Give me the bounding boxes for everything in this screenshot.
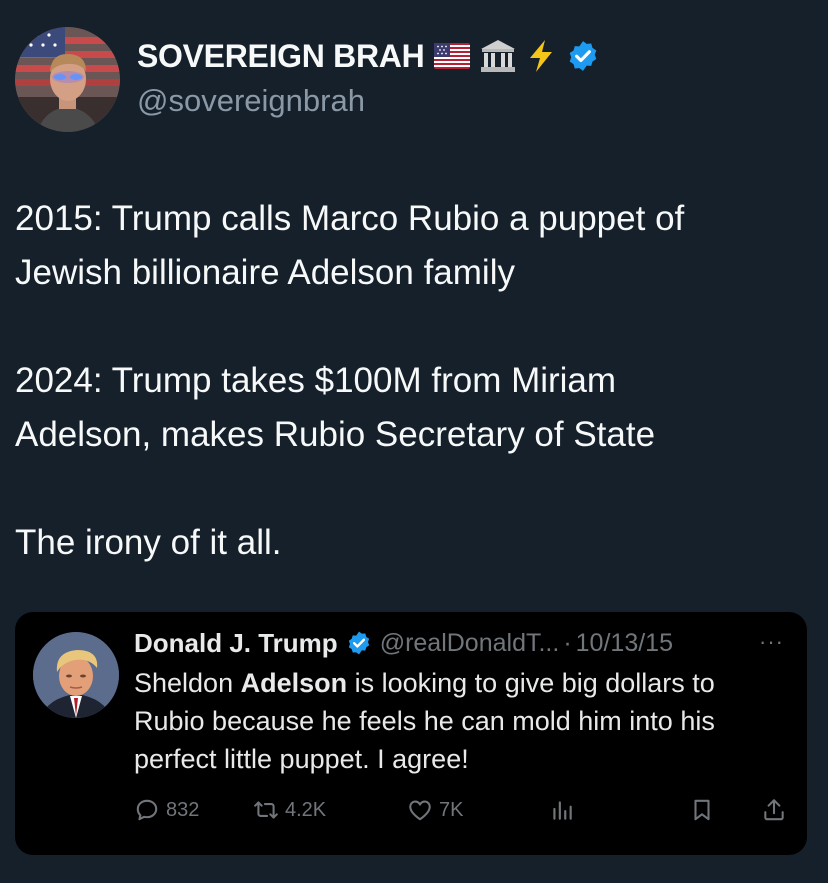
lightning-icon [530, 40, 553, 72]
share-icon [764, 799, 784, 821]
heart-icon [409, 800, 431, 821]
retweet-icon [254, 801, 278, 819]
reply-button[interactable]: 832 [134, 790, 199, 830]
bookmark-icon [694, 799, 710, 821]
share-button[interactable] [761, 790, 787, 830]
author-avatar-image [15, 27, 120, 132]
verified-badge-icon[interactable] [566, 39, 600, 73]
retweet-button[interactable]: 4.2K [253, 790, 326, 830]
tweet-line: Adelson, makes Rubio Secretary of State [15, 415, 656, 454]
quoted-author-avatar[interactable] [33, 632, 119, 718]
tweet-line: 2015: Trump calls Marco Rubio a puppet o… [15, 199, 685, 238]
quoted-author-avatar-image [33, 632, 119, 718]
quoted-tweet-header: Donald J. Trump @realDonaldT... · 10/13/… [134, 626, 673, 660]
views-chart-icon [553, 801, 572, 820]
quoted-text-bold: Adelson [240, 668, 348, 698]
tweet-text: 2015: Trump calls Marco Rubio a puppet o… [15, 192, 815, 570]
quoted-author-name[interactable]: Donald J. Trump [134, 628, 338, 659]
quoted-tweet-date[interactable]: 10/13/15 [576, 629, 673, 658]
quoted-tweet-text: Sheldon Adelson is looking to give big d… [134, 664, 784, 778]
quoted-author-handle[interactable]: @realDonaldT... [380, 629, 560, 658]
action-bar: 832 4.2K 7K [15, 790, 807, 830]
classical-building-icon [481, 40, 516, 72]
author-name-row: SOVEREIGN BRAH [137, 36, 600, 76]
more-options-icon[interactable]: ··· [759, 629, 784, 655]
tweet-line: Jewish billionaire Adelson family [15, 253, 515, 292]
tweet-line: The irony of it all. [15, 523, 282, 562]
quoted-text-part: Sheldon [134, 668, 241, 698]
like-button[interactable]: 7K [407, 790, 463, 830]
retweet-count: 4.2K [285, 798, 327, 821]
like-count: 7K [439, 798, 464, 821]
us-flag-icon [434, 43, 471, 69]
reply-icon [136, 799, 158, 821]
author-display-name[interactable]: SOVEREIGN BRAH [137, 38, 425, 75]
author-handle[interactable]: @sovereignbrah [137, 83, 365, 119]
views-button[interactable] [549, 790, 575, 830]
verified-badge-icon[interactable] [346, 630, 372, 656]
quoted-tweet-card[interactable]: Donald J. Trump @realDonaldT... · 10/13/… [15, 612, 807, 855]
reply-count: 832 [166, 798, 200, 821]
tweet-line: 2024: Trump takes $100M from Miriam [15, 361, 617, 400]
tweet-screen: SOVEREIGN BRAH @sovereignbrah 2015: Trum… [0, 0, 828, 883]
author-avatar[interactable] [15, 27, 120, 132]
header-separator: · [563, 628, 572, 657]
bookmark-button[interactable] [689, 790, 715, 830]
